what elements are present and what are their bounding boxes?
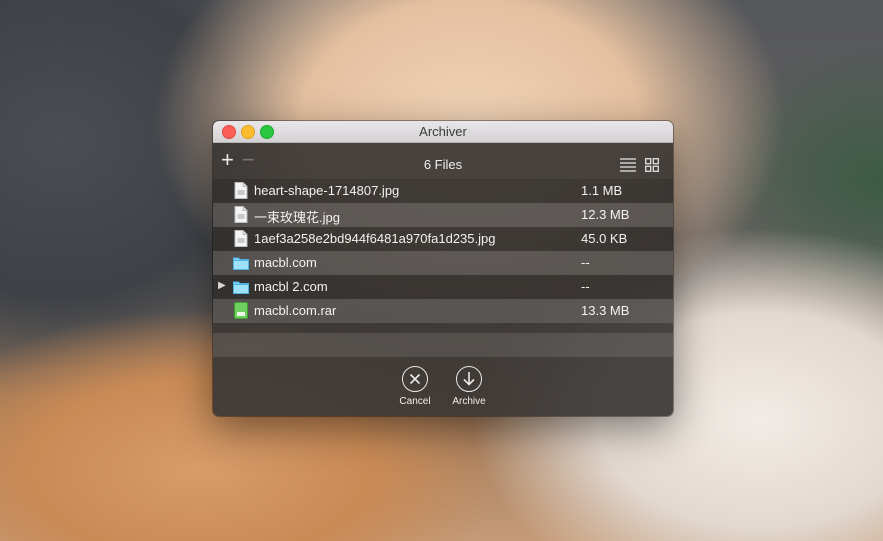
archive-button[interactable]: Archive bbox=[444, 366, 494, 407]
toolbar: + − 6 Files bbox=[213, 143, 673, 179]
cancel-icon bbox=[402, 366, 428, 392]
title-bar[interactable]: Archiver bbox=[213, 121, 673, 143]
file-row[interactable]: 一束玫瑰花.jpg 12.3 MB bbox=[213, 203, 673, 227]
image-file-icon bbox=[234, 230, 248, 247]
file-name: macbl.com bbox=[254, 255, 317, 270]
file-name: macbl 2.com bbox=[254, 279, 328, 294]
file-size: 13.3 MB bbox=[581, 303, 630, 318]
file-row[interactable]: macbl.com.rar 13.3 MB bbox=[213, 299, 673, 323]
window-title: Archiver bbox=[419, 124, 467, 139]
file-row[interactable]: ▶ macbl 2.com -- bbox=[213, 275, 673, 299]
file-name: macbl.com.rar bbox=[254, 303, 337, 318]
cancel-label: Cancel bbox=[399, 396, 431, 407]
disclosure-triangle-icon[interactable]: ▶ bbox=[218, 280, 226, 291]
file-size: -- bbox=[581, 255, 590, 270]
list-empty-row bbox=[213, 333, 673, 357]
file-row[interactable]: heart-shape-1714807.jpg 1.1 MB bbox=[213, 179, 673, 203]
file-size: 1.1 MB bbox=[581, 183, 623, 198]
archive-file-icon bbox=[234, 302, 248, 319]
archive-label: Archive bbox=[452, 396, 486, 407]
grid-view-icon[interactable] bbox=[645, 158, 659, 172]
archive-down-arrow-icon bbox=[456, 366, 482, 392]
image-file-icon bbox=[234, 182, 248, 199]
cancel-button[interactable]: Cancel bbox=[390, 366, 440, 407]
file-name: 1aef3a258e2bd944f6481a970fa1d235.jpg bbox=[254, 231, 496, 246]
file-name: heart-shape-1714807.jpg bbox=[254, 183, 400, 198]
folder-icon bbox=[233, 257, 249, 270]
image-file-icon bbox=[234, 206, 248, 223]
file-size: 45.0 KB bbox=[581, 231, 628, 246]
file-count: 6 Files bbox=[423, 157, 463, 172]
file-size: 12.3 MB bbox=[581, 207, 630, 222]
action-bar: Cancel Archive bbox=[213, 364, 673, 416]
file-row[interactable]: macbl.com -- bbox=[213, 251, 673, 275]
file-row[interactable]: 1aef3a258e2bd944f6481a970fa1d235.jpg 45.… bbox=[213, 227, 673, 251]
folder-icon bbox=[233, 281, 249, 294]
list-empty-space bbox=[213, 323, 673, 333]
archiver-window: Archiver + − 6 Files heart-shape-1714807… bbox=[213, 121, 673, 416]
file-name: 一束玫瑰花.jpg bbox=[254, 210, 340, 225]
file-list: heart-shape-1714807.jpg 1.1 MB 一束玫瑰花.jpg… bbox=[213, 179, 673, 357]
file-size: -- bbox=[581, 279, 590, 294]
list-view-icon[interactable] bbox=[620, 158, 636, 172]
